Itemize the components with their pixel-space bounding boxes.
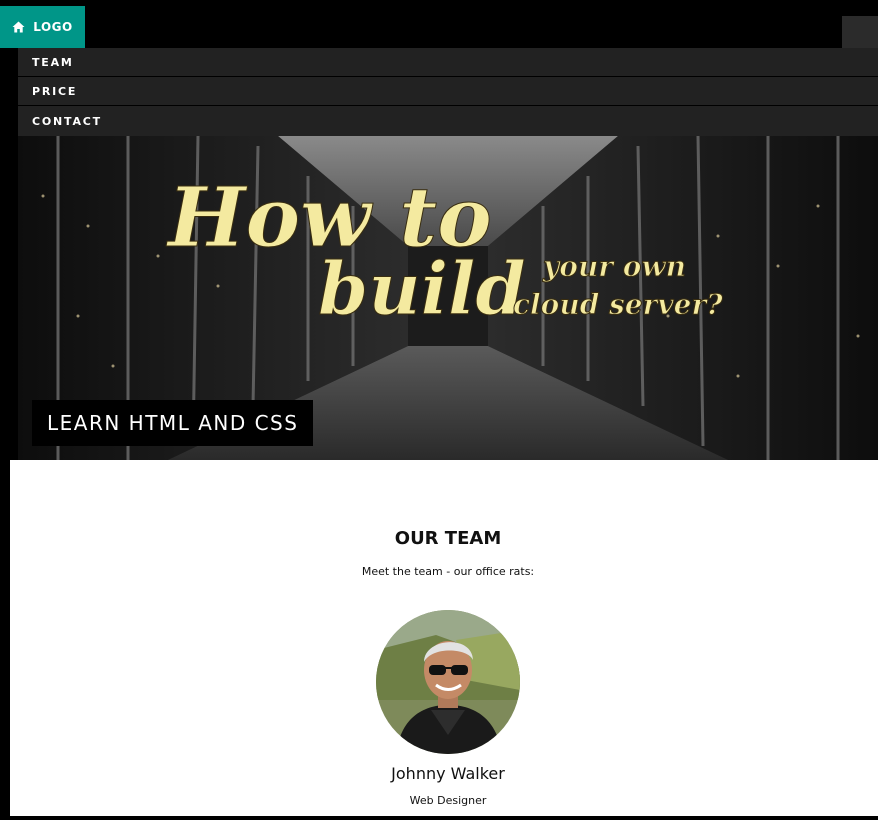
- hero-headline-line2: build: [318, 246, 526, 331]
- member-name: Johnny Walker: [391, 764, 505, 783]
- nav-menu: TEAM PRICE CONTACT: [18, 48, 878, 136]
- nav-item-contact[interactable]: CONTACT: [18, 106, 878, 136]
- top-bar: [18, 6, 878, 54]
- home-icon: [12, 21, 25, 33]
- window-border-bottom: [0, 816, 878, 820]
- hero-tag: LEARN HTML AND CSS: [32, 400, 314, 446]
- logo-link[interactable]: LOGO: [0, 6, 85, 48]
- hero-banner: How to build your own cloud server? LEAR…: [18, 136, 878, 460]
- hero-headline-side2: cloud server?: [513, 288, 723, 321]
- member-role: Web Designer: [409, 794, 487, 807]
- nav-item-price[interactable]: PRICE: [18, 77, 878, 106]
- team-subtitle: Meet the team - our office rats:: [361, 565, 535, 578]
- window-border-gap: [10, 460, 18, 820]
- team-title: OUR TEAM: [394, 528, 502, 549]
- page: LOGO TEAM PRICE CONTACT How to build you…: [0, 0, 878, 820]
- avatar: [376, 610, 520, 754]
- nav-item-team[interactable]: TEAM: [18, 48, 878, 77]
- hero-headline-side1: your own: [542, 250, 686, 283]
- logo-label: LOGO: [33, 20, 73, 34]
